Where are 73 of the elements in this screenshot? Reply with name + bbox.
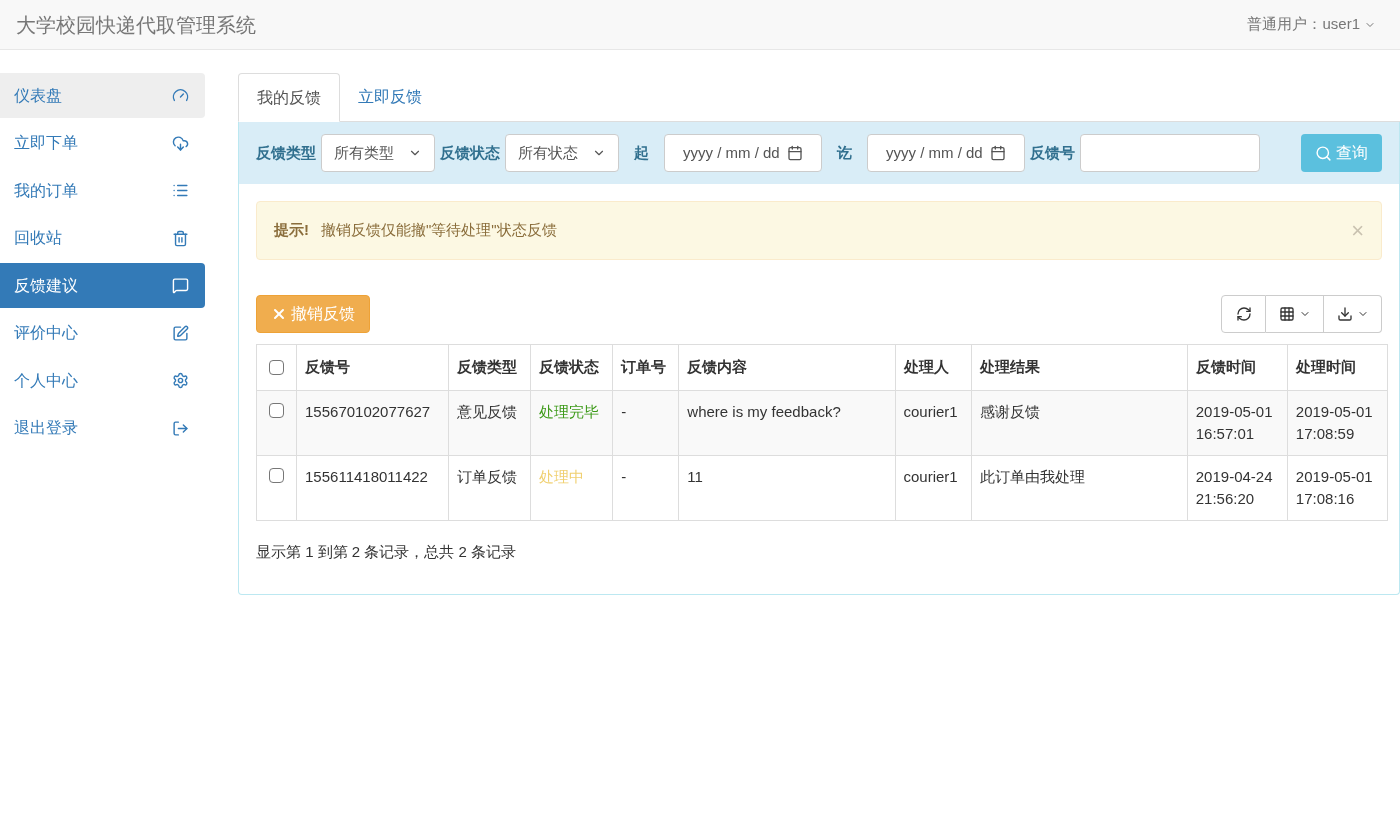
settings-icon — [172, 372, 189, 389]
cloud-download-icon — [172, 134, 189, 152]
export-icon — [1336, 306, 1353, 322]
gauge-icon — [172, 87, 189, 104]
tab[interactable]: 立即反馈 — [340, 73, 440, 121]
table-cell: 11 — [687, 468, 703, 485]
date-field[interactable]: yyyy / mm / dd — [867, 134, 1025, 172]
table-cell: 处理完毕 — [539, 403, 600, 420]
select-all-checkbox[interactable] — [269, 360, 284, 375]
calendar-icon — [990, 145, 1006, 161]
filter-label: 起 — [634, 142, 649, 163]
column-header: 反馈状态 — [539, 358, 600, 376]
table-cell: 2019-04-24 21:56:20 — [1195, 468, 1273, 507]
logout-icon — [172, 419, 189, 437]
sidebar-item[interactable]: 个人中心 — [0, 358, 205, 403]
edit-icon — [172, 324, 189, 342]
sidebar-item[interactable]: 立即下单 — [0, 120, 205, 166]
list-icon — [172, 182, 189, 199]
table-cell: - — [621, 403, 627, 420]
grid-icon — [1278, 306, 1295, 322]
column-header: 反馈内容 — [687, 358, 748, 376]
table-cell: 处理中 — [539, 468, 585, 485]
table-cell: 155670102077627 — [305, 403, 431, 420]
filter-label: 反馈状态 — [440, 142, 500, 163]
columns-button[interactable] — [1266, 295, 1324, 333]
table-cell: where is my feedback? — [687, 403, 841, 420]
column-header: 处理时间 — [1295, 358, 1356, 376]
sidebar-item[interactable]: 反馈建议 — [0, 263, 205, 308]
refresh-button[interactable] — [1221, 295, 1266, 333]
filter-label: 反馈号 — [1030, 142, 1075, 163]
date-field[interactable]: yyyy / mm / dd — [664, 134, 822, 172]
column-header: 处理人 — [903, 358, 949, 376]
sidebar-item[interactable]: 评价中心 — [0, 310, 205, 356]
table-cell: 2019-05-01 17:08:16 — [1295, 468, 1373, 507]
table-cell: 此订单由我处理 — [979, 468, 1085, 485]
alert-message: 撤销反馈仅能撤"等待处理"状态反馈 — [321, 220, 557, 241]
pagination-info: 显示第 1 到第 2 条记录，总共 2 条记录 — [256, 543, 517, 560]
column-header: 反馈类型 — [457, 358, 518, 376]
sidebar-item[interactable]: 回收站 — [0, 215, 205, 261]
table-cell: 意见反馈 — [457, 403, 518, 420]
table-cell: 2019-05-01 16:57:01 — [1195, 403, 1273, 442]
table-cell: 2019-05-01 17:08:59 — [1295, 403, 1373, 442]
tab[interactable]: 我的反馈 — [238, 73, 340, 122]
table-cell: 感谢反馈 — [979, 403, 1040, 420]
table-cell: courier1 — [903, 403, 958, 420]
filter-label: 讫 — [837, 142, 852, 163]
filter-label: 反馈类型 — [256, 142, 316, 163]
app-title: 大学校园快递代取管理系统 — [16, 12, 256, 38]
row-checkbox[interactable] — [269, 468, 284, 483]
user-menu[interactable]: 普通用户：user1 — [1247, 13, 1376, 36]
column-header: 处理结果 — [979, 358, 1040, 376]
comment-icon — [172, 277, 189, 294]
search-icon — [1315, 144, 1332, 162]
filter-select[interactable]: 所有状态 — [505, 134, 619, 172]
refresh-icon — [1235, 306, 1252, 322]
export-button[interactable] — [1324, 295, 1382, 333]
sidebar-item[interactable]: 仪表盘 — [0, 73, 205, 118]
sidebar-item[interactable]: 我的订单 — [0, 168, 205, 213]
filter-select[interactable]: 所有类型 — [321, 134, 435, 172]
trash-icon — [172, 229, 189, 247]
column-header: 反馈号 — [305, 358, 351, 376]
close-icon — [271, 306, 287, 322]
feedback-id-field[interactable] — [1080, 134, 1260, 172]
alert-title: 提示! — [274, 220, 309, 241]
table-cell: courier1 — [903, 468, 958, 485]
sidebar-item[interactable]: 退出登录 — [0, 405, 205, 451]
column-header: 反馈时间 — [1195, 358, 1256, 376]
table-cell: 155611418011422 — [305, 468, 428, 485]
row-checkbox[interactable] — [269, 403, 284, 418]
calendar-icon — [787, 145, 803, 161]
table-cell: 订单反馈 — [457, 468, 518, 485]
table-cell: - — [621, 468, 627, 485]
column-header: 订单号 — [621, 358, 667, 376]
